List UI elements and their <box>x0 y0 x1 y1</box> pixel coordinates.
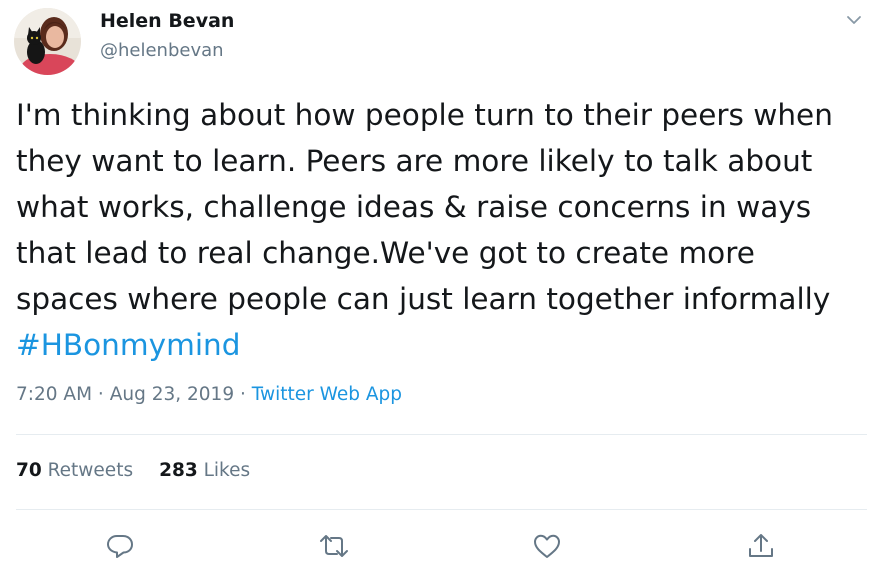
likes-label: Likes <box>203 460 251 481</box>
likes-stat[interactable]: 283 Likes <box>159 460 250 481</box>
tweet-line: they want to learn. Peers are more likel… <box>16 144 813 178</box>
tweet-line: spaces where people can just learn toget… <box>16 282 831 316</box>
likes-count: 283 <box>159 460 198 481</box>
chevron-down-icon[interactable] <box>842 8 866 32</box>
user-handle: @helenbevan <box>100 40 224 61</box>
retweets-stat[interactable]: 70 Retweets <box>16 460 133 481</box>
avatar[interactable] <box>14 8 81 75</box>
tweet-line: that lead to real change.We've got to cr… <box>16 236 755 270</box>
meta-separator: · <box>92 384 110 405</box>
tweet-line: what works, challenge ideas & raise conc… <box>16 190 812 224</box>
share-button[interactable] <box>745 530 777 562</box>
share-icon <box>749 534 773 557</box>
hashtag-link[interactable]: #HBonmymind <box>16 328 240 362</box>
tweet-line: I'm thinking about how people turn to th… <box>16 98 833 132</box>
tweet-stats: 70 Retweets 283 Likes <box>16 460 250 481</box>
tweet-time[interactable]: 7:20 AM <box>16 384 92 405</box>
tweet-date[interactable]: Aug 23, 2019 <box>110 384 234 405</box>
avatar-photo <box>14 8 81 75</box>
tweet-meta: 7:20 AM · Aug 23, 2019 · Twitter Web App <box>16 384 402 405</box>
tweet-source-link[interactable]: Twitter Web App <box>252 384 402 405</box>
heart-icon <box>534 534 560 558</box>
divider <box>16 509 867 510</box>
retweets-label: Retweets <box>47 460 134 481</box>
retweets-count: 70 <box>16 460 42 481</box>
retweet-button[interactable] <box>318 530 350 562</box>
retweet-icon <box>320 535 348 557</box>
reply-button[interactable] <box>104 530 136 562</box>
reply-icon <box>107 535 133 558</box>
tweet-text: I'm thinking about how people turn to th… <box>16 92 866 368</box>
like-button[interactable] <box>531 530 563 562</box>
divider <box>16 434 867 435</box>
user-name[interactable]: Helen Bevan <box>100 10 234 32</box>
meta-separator: · <box>234 384 252 405</box>
